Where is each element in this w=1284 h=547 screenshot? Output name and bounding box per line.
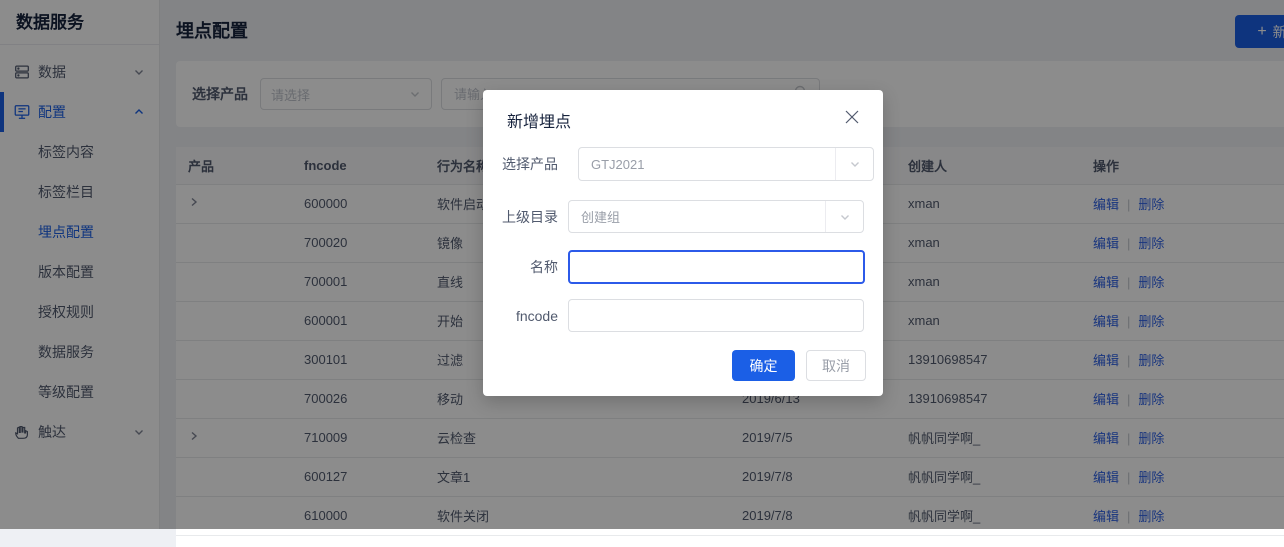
modal-product-select-value: GTJ2021 (591, 157, 644, 172)
modal-fncode-input[interactable] (568, 299, 864, 332)
field-label-product: 选择产品 (448, 147, 558, 181)
modal-title: 新增埋点 (507, 108, 571, 132)
field-label-fncode: fncode (448, 299, 558, 333)
modal-name-input[interactable] (568, 250, 865, 284)
modal-product-select[interactable]: GTJ2021 (578, 147, 874, 181)
field-label-parent-dir: 上级目录 (448, 200, 558, 234)
confirm-button[interactable]: 确定 (732, 350, 795, 381)
modal-parent-dir-select-value: 创建组 (581, 207, 620, 226)
chevron-down-icon (835, 148, 873, 180)
cancel-button[interactable]: 取消 (806, 350, 866, 381)
modal-parent-dir-select[interactable]: 创建组 (568, 200, 864, 233)
close-icon[interactable] (841, 106, 863, 128)
add-tracking-modal: 新增埋点 选择产品 GTJ2021 上级目录 创建组 名称 fncode 确定 … (483, 90, 883, 396)
chevron-down-icon (825, 201, 863, 232)
field-label-name: 名称 (448, 250, 558, 284)
